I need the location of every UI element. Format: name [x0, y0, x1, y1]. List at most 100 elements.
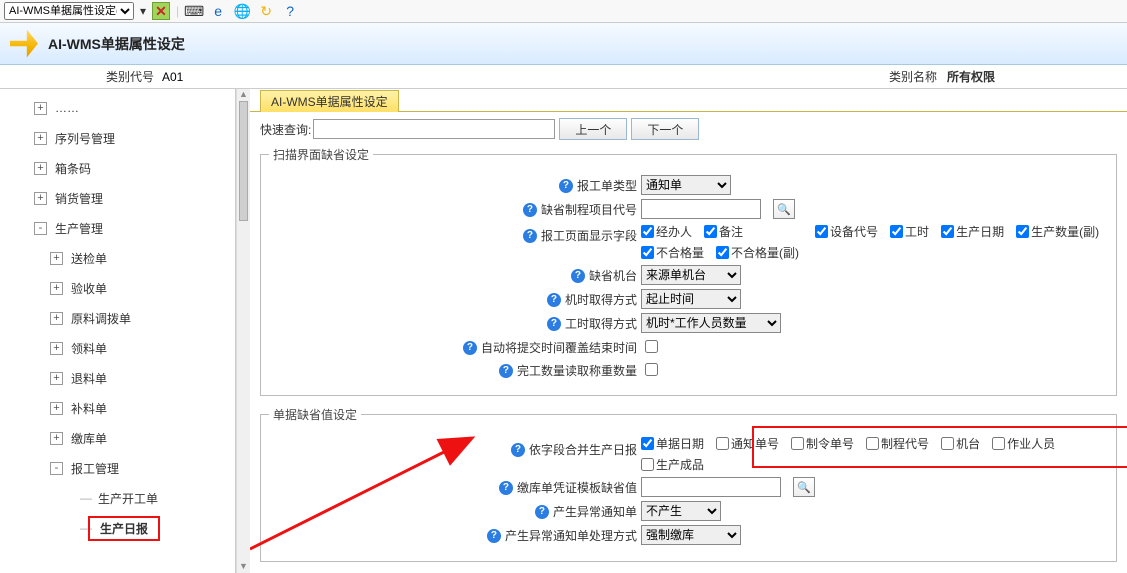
checkbox-input[interactable]: [941, 437, 954, 450]
next-button[interactable]: 下一个: [631, 118, 699, 140]
prev-button[interactable]: 上一个: [559, 118, 627, 140]
question-icon[interactable]: ?: [559, 179, 573, 193]
refresh-icon[interactable]: ↻: [257, 2, 275, 20]
question-icon[interactable]: ?: [511, 443, 525, 457]
field-checkbox[interactable]: 备注: [704, 223, 743, 240]
lookup-icon[interactable]: 🔍: [773, 199, 795, 219]
expand-icon[interactable]: +: [50, 432, 63, 445]
field-checkbox[interactable]: 作业人员: [992, 435, 1055, 452]
doc-selector[interactable]: AI-WMS单据属性设定(\: [4, 2, 134, 20]
question-icon[interactable]: ?: [487, 529, 501, 543]
field-checkbox[interactable]: 制令单号: [791, 435, 854, 452]
read-weigh-check[interactable]: [645, 363, 658, 376]
question-icon[interactable]: ?: [463, 341, 477, 355]
work-hour-select[interactable]: 机时*工作人员数量: [641, 313, 781, 333]
keyboard-icon[interactable]: ⌨: [185, 2, 203, 20]
help-icon[interactable]: ?: [281, 2, 299, 20]
field-checkbox[interactable]: 设备代号: [815, 223, 878, 240]
question-icon[interactable]: ?: [547, 293, 561, 307]
tree-node[interactable]: +……: [0, 93, 231, 123]
scroll-thumb[interactable]: [239, 101, 248, 221]
tree-node[interactable]: +箱条码: [0, 153, 231, 183]
field-checkbox[interactable]: 经办人: [641, 223, 692, 240]
scroll-down-icon[interactable]: ▼: [237, 561, 250, 573]
checkbox-input[interactable]: [716, 246, 729, 259]
field-checkbox[interactable]: 生产成品: [641, 456, 704, 473]
field-checkbox[interactable]: 不合格量(副): [716, 244, 799, 261]
checkbox-input[interactable]: [641, 246, 654, 259]
checkbox-input[interactable]: [815, 225, 828, 238]
question-icon[interactable]: ?: [499, 481, 513, 495]
field-checkbox[interactable]: 单据日期: [641, 435, 704, 452]
checkbox-input[interactable]: [992, 437, 1005, 450]
tree-node[interactable]: +送检单: [0, 243, 231, 273]
warehouse-tpl-input[interactable]: [641, 477, 781, 497]
tree-node[interactable]: +序列号管理: [0, 123, 231, 153]
default-machine-select[interactable]: 来源单机台: [641, 265, 741, 285]
tree-node[interactable]: +缴库单: [0, 423, 231, 453]
checkbox-input[interactable]: [641, 458, 654, 471]
default-proc-input[interactable]: [641, 199, 761, 219]
collapse-icon[interactable]: -: [50, 462, 63, 475]
tree-node[interactable]: +领料单: [0, 333, 231, 363]
scroll-up-icon[interactable]: ▲: [237, 89, 250, 101]
question-icon[interactable]: ?: [571, 269, 585, 283]
expand-icon[interactable]: +: [34, 162, 47, 175]
expand-icon[interactable]: +: [50, 312, 63, 325]
report-type-select[interactable]: 通知单: [641, 175, 731, 195]
quick-search-row: 快速查询: 上一个 下一个: [250, 112, 1127, 146]
machine-hour-select[interactable]: 起止时间: [641, 289, 741, 309]
tree-leaf[interactable]: —生产开工单: [0, 483, 231, 513]
checkbox-input[interactable]: [641, 437, 654, 450]
content-pane: AI-WMS单据属性设定 快速查询: 上一个 下一个 扫描界面缺省设定 ?报工单…: [250, 89, 1127, 573]
expand-icon[interactable]: +: [34, 102, 47, 115]
tree-node[interactable]: +销货管理: [0, 183, 231, 213]
tab-settings[interactable]: AI-WMS单据属性设定: [260, 90, 399, 112]
checkbox-input[interactable]: [941, 225, 954, 238]
field-checkbox[interactable]: 生产日期: [941, 223, 1004, 240]
field-checkbox[interactable]: 不合格量: [641, 244, 704, 261]
checkbox-input[interactable]: [866, 437, 879, 450]
tree-node[interactable]: +补料单: [0, 393, 231, 423]
make-exception-select[interactable]: 不产生: [641, 501, 721, 521]
checkbox-input[interactable]: [791, 437, 804, 450]
field-checkbox[interactable]: 工时: [890, 223, 929, 240]
expand-icon[interactable]: +: [50, 282, 63, 295]
lookup-icon[interactable]: 🔍: [793, 477, 815, 497]
tree-node[interactable]: +退料单: [0, 363, 231, 393]
ie-icon[interactable]: e: [209, 2, 227, 20]
field-checkbox[interactable]: 生产数量(副): [1016, 223, 1099, 240]
close-icon[interactable]: ✕: [152, 2, 170, 20]
expand-icon[interactable]: +: [34, 132, 47, 145]
expand-icon[interactable]: +: [50, 252, 63, 265]
tree-leaf[interactable]: —生产日报: [0, 513, 231, 543]
search-input[interactable]: [313, 119, 555, 139]
question-icon[interactable]: ?: [547, 317, 561, 331]
edge-icon[interactable]: 🌐: [233, 2, 251, 20]
question-icon[interactable]: ?: [535, 505, 549, 519]
expand-icon[interactable]: +: [50, 372, 63, 385]
expand-icon[interactable]: +: [34, 192, 47, 205]
auto-overwrite-check[interactable]: [645, 340, 658, 353]
checkbox-input[interactable]: [1016, 225, 1029, 238]
question-icon[interactable]: ?: [523, 203, 537, 217]
tree-label: 生产管理: [55, 220, 103, 237]
exception-proc-select[interactable]: 强制缴库: [641, 525, 741, 545]
field-checkbox[interactable]: 机台: [941, 435, 980, 452]
expand-icon[interactable]: +: [50, 402, 63, 415]
field-checkbox[interactable]: 通知单号: [716, 435, 779, 452]
expand-icon[interactable]: +: [50, 342, 63, 355]
checkbox-input[interactable]: [641, 225, 654, 238]
tree-node[interactable]: -报工管理: [0, 453, 231, 483]
checkbox-input[interactable]: [890, 225, 903, 238]
field-checkbox[interactable]: 制程代号: [866, 435, 929, 452]
checkbox-input[interactable]: [704, 225, 717, 238]
collapse-icon[interactable]: -: [34, 222, 47, 235]
tree-node[interactable]: -生产管理: [0, 213, 231, 243]
tree-node[interactable]: +原料调拨单: [0, 303, 231, 333]
tree-node[interactable]: +验收单: [0, 273, 231, 303]
tree-scrollbar[interactable]: ▲ ▼: [236, 89, 250, 573]
checkbox-input[interactable]: [716, 437, 729, 450]
question-icon[interactable]: ?: [523, 229, 537, 243]
question-icon[interactable]: ?: [499, 364, 513, 378]
